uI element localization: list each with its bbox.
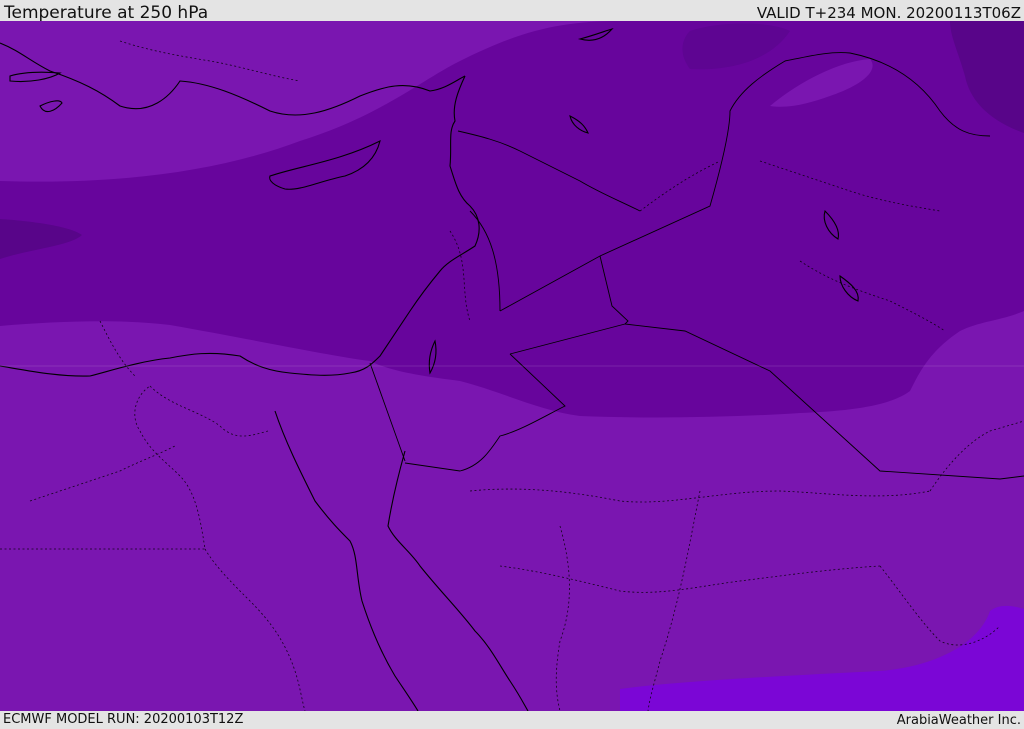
brand-credit: ArabiaWeather Inc. xyxy=(896,713,1021,728)
map-canvas xyxy=(0,21,1024,711)
footer-bar: ECMWF MODEL RUN: 20200103T12Z ArabiaWeat… xyxy=(0,711,1024,729)
weather-map[interactable] xyxy=(0,21,1024,711)
header-bar: Temperature at 250 hPa VALID T+234 MON. … xyxy=(0,0,1024,23)
model-run: ECMWF MODEL RUN: 20200103T12Z xyxy=(3,712,244,727)
